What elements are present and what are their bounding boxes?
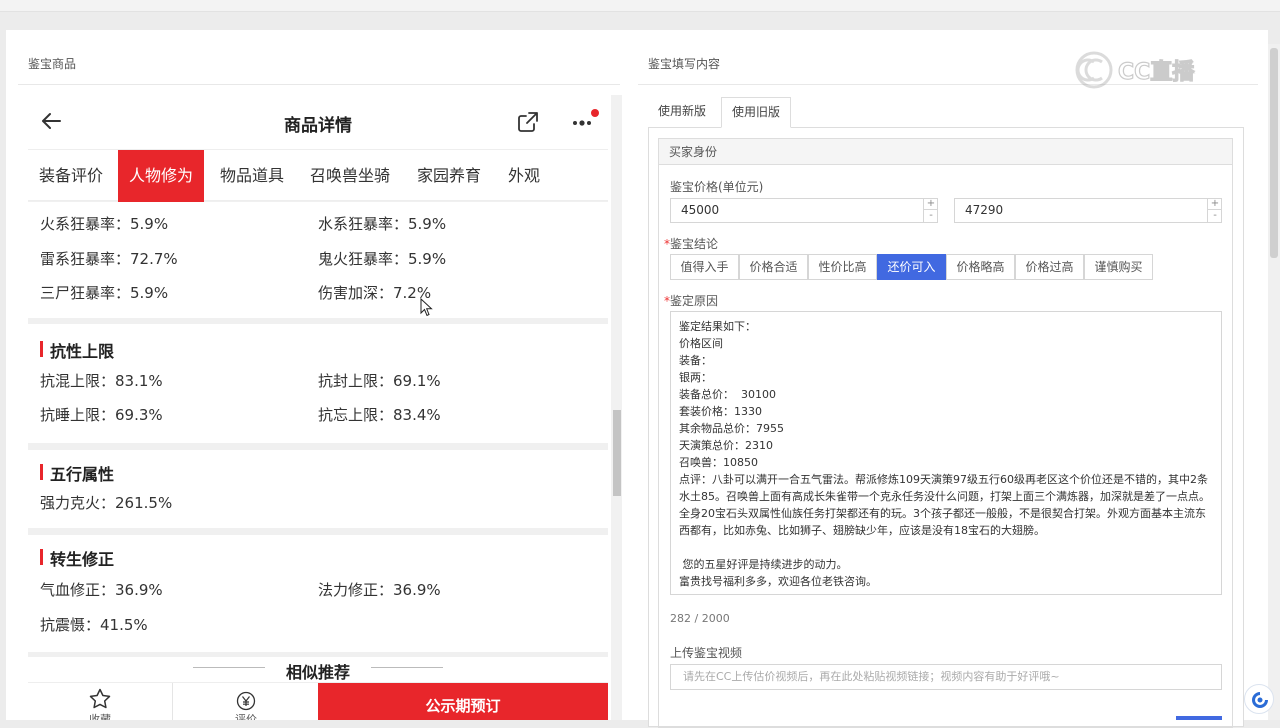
stat-item: 伤害加深：7.2% bbox=[318, 284, 432, 302]
price-max-input[interactable]: 47290 + - bbox=[954, 198, 1222, 223]
reason-line bbox=[679, 539, 1213, 556]
conclusion-option[interactable]: 价格合适 bbox=[739, 254, 808, 280]
favorite-label: 收藏 bbox=[89, 713, 111, 720]
stat-item: 鬼火狂暴率：5.9% bbox=[318, 250, 447, 268]
phone-tabs: 装备评价 人物修为 物品道具 召唤兽坐骑 家园养育 外观 bbox=[28, 149, 608, 202]
tab-summons-mounts[interactable]: 召唤兽坐骑 bbox=[299, 150, 401, 202]
reason-line: 套装价格：1330 bbox=[679, 405, 762, 418]
reason-line: 您的五星好评是持续进步的动力。 bbox=[679, 558, 848, 571]
conclusion-option[interactable]: 性价比高 bbox=[808, 254, 877, 280]
evaluate-button[interactable]: 评价 bbox=[214, 683, 278, 720]
stat-item: 三尸狂暴率：5.9% bbox=[40, 284, 169, 302]
resistance-card: 抗性上限 抗混上限：83.1% 抗封上限：69.1% 抗睡上限：69.3% 抗忘… bbox=[28, 324, 608, 443]
phone-header: 商品详情 bbox=[28, 95, 608, 149]
favorite-button[interactable]: 收藏 bbox=[68, 683, 132, 720]
mouse-cursor-icon bbox=[420, 298, 433, 317]
phone-preview: 商品详情 装备评价 人物修为 物品道具 召唤兽坐骑 家园养育 外观 火系狂暴率：… bbox=[28, 95, 608, 720]
tab-items[interactable]: 物品道具 bbox=[209, 150, 295, 202]
reason-line: 召唤兽：10850 bbox=[679, 456, 758, 469]
svg-text:CC直播: CC直播 bbox=[1118, 59, 1195, 85]
reason-textarea[interactable]: 鉴定结果如下： 价格区间 装备： 银两： 装备总价： 30100 套装价格：13… bbox=[670, 311, 1222, 595]
tab-new-version[interactable]: 使用新版 bbox=[648, 97, 716, 128]
price-label: 鉴宝价格(单位元) bbox=[670, 180, 764, 194]
reason-line: 鉴定结果如下： bbox=[679, 320, 756, 333]
cc-live-watermark: CC直播 bbox=[1075, 51, 1196, 89]
page-scrollbar-thumb[interactable] bbox=[1270, 48, 1278, 258]
char-counter: 282 / 2000 bbox=[670, 612, 730, 625]
price-min-input[interactable]: 45000 + - bbox=[670, 198, 938, 223]
section-title: 抗性上限 bbox=[40, 338, 114, 362]
assistant-icon bbox=[1252, 692, 1268, 708]
similar-title: 相似推荐 bbox=[285, 663, 350, 682]
stat-item: 雷系狂暴率：72.7% bbox=[40, 250, 178, 268]
reason-line: 富贵找号福利多多，欢迎各位老铁咨询。 bbox=[679, 575, 877, 588]
stats-card: 火系狂暴率：5.9% 水系狂暴率：5.9% 雷系狂暴率：72.7% 鬼火狂暴率：… bbox=[28, 202, 608, 318]
yuan-icon bbox=[236, 691, 256, 711]
video-label: 上传鉴宝视频 bbox=[670, 646, 743, 660]
stat-item: 抗睡上限：69.3% bbox=[40, 406, 163, 424]
buyer-section-title: 买家身份 bbox=[659, 139, 1232, 165]
submit-button-edge[interactable] bbox=[1176, 716, 1222, 720]
tab-home[interactable]: 家园养育 bbox=[406, 150, 492, 202]
reason-line: 装备： bbox=[679, 354, 712, 367]
reason-line: 装备总价： 30100 bbox=[679, 388, 776, 401]
stat-item: 火系狂暴率：5.9% bbox=[40, 215, 169, 233]
video-link-input[interactable]: 请先在CC上传估价视频后，再在此处粘贴视频链接；视频内容有助于好评哦~ bbox=[670, 664, 1222, 690]
price-min-value: 45000 bbox=[681, 203, 720, 217]
reason-line: 价格区间 bbox=[679, 337, 723, 350]
left-panel-title: 鉴宝商品 bbox=[28, 57, 77, 71]
stat-item: 气血修正：36.9% bbox=[40, 581, 163, 599]
tab-appearance[interactable]: 外观 bbox=[497, 150, 551, 202]
conclusion-option[interactable]: 价格略高 bbox=[946, 254, 1015, 280]
section-title: 转生修正 bbox=[40, 546, 114, 570]
bottom-action-bar: 收藏 评价 公示期预订 bbox=[28, 682, 608, 720]
stat-item: 水系狂暴率：5.9% bbox=[318, 215, 447, 233]
phone-scrollbar[interactable] bbox=[611, 95, 622, 720]
tab-character-cultivation[interactable]: 人物修为 bbox=[118, 150, 205, 202]
price-min-stepper[interactable]: + - bbox=[923, 198, 938, 223]
browser-bookmark-strip bbox=[0, 0, 1280, 12]
right-panel-title: 鉴宝填写内容 bbox=[648, 57, 721, 71]
phone-scrollbar-thumb[interactable] bbox=[613, 410, 621, 496]
reason-line: 其余物品总价：7955 bbox=[679, 422, 784, 435]
reason-line: 点评：八卦可以满开一合五气雷法。帮派修炼109天演策97级五行60级再老区这个价… bbox=[679, 473, 1210, 537]
star-icon bbox=[89, 688, 111, 709]
assistant-float-button[interactable] bbox=[1244, 684, 1274, 714]
conclusion-label: *鉴宝结论 bbox=[664, 237, 719, 251]
reason-line: 天演策总价：2310 bbox=[679, 439, 773, 452]
evaluate-label: 评价 bbox=[235, 713, 257, 720]
conclusion-option[interactable]: 价格过高 bbox=[1015, 254, 1084, 280]
more-icon[interactable] bbox=[570, 109, 600, 133]
stat-item: 抗震慑：41.5% bbox=[40, 616, 148, 634]
conclusion-option[interactable]: 值得入手 bbox=[670, 254, 739, 280]
stat-item: 抗混上限：83.1% bbox=[40, 372, 163, 390]
reason-label: *鉴定原因 bbox=[664, 294, 719, 308]
bottom-separator bbox=[172, 683, 173, 720]
reserve-button[interactable]: 公示期预订 bbox=[318, 683, 608, 720]
share-icon[interactable] bbox=[516, 110, 540, 134]
five-elements-card: 五行属性 强力克火：261.5% bbox=[28, 450, 608, 528]
conclusion-option-selected[interactable]: 还价可入 bbox=[877, 254, 946, 280]
tab-equipment-eval[interactable]: 装备评价 bbox=[28, 150, 114, 202]
stat-item: 抗忘上限：83.4% bbox=[318, 406, 441, 424]
price-max-value: 47290 bbox=[965, 203, 1004, 217]
stat-item: 法力修正：36.9% bbox=[318, 581, 441, 599]
stat-item: 抗封上限：69.1% bbox=[318, 372, 441, 390]
section-title: 五行属性 bbox=[40, 461, 114, 485]
left-panel-divider bbox=[18, 84, 620, 85]
stat-item: 强力克火：261.5% bbox=[40, 494, 173, 512]
rebirth-card: 转生修正 气血修正：36.9% 法力修正：36.9% 抗震慑：41.5% bbox=[28, 535, 608, 652]
price-max-stepper[interactable]: + - bbox=[1207, 198, 1222, 223]
reason-line: 银两： bbox=[679, 371, 712, 384]
conclusion-option[interactable]: 谨慎购买 bbox=[1084, 254, 1153, 280]
tab-old-version[interactable]: 使用旧版 bbox=[721, 97, 792, 128]
